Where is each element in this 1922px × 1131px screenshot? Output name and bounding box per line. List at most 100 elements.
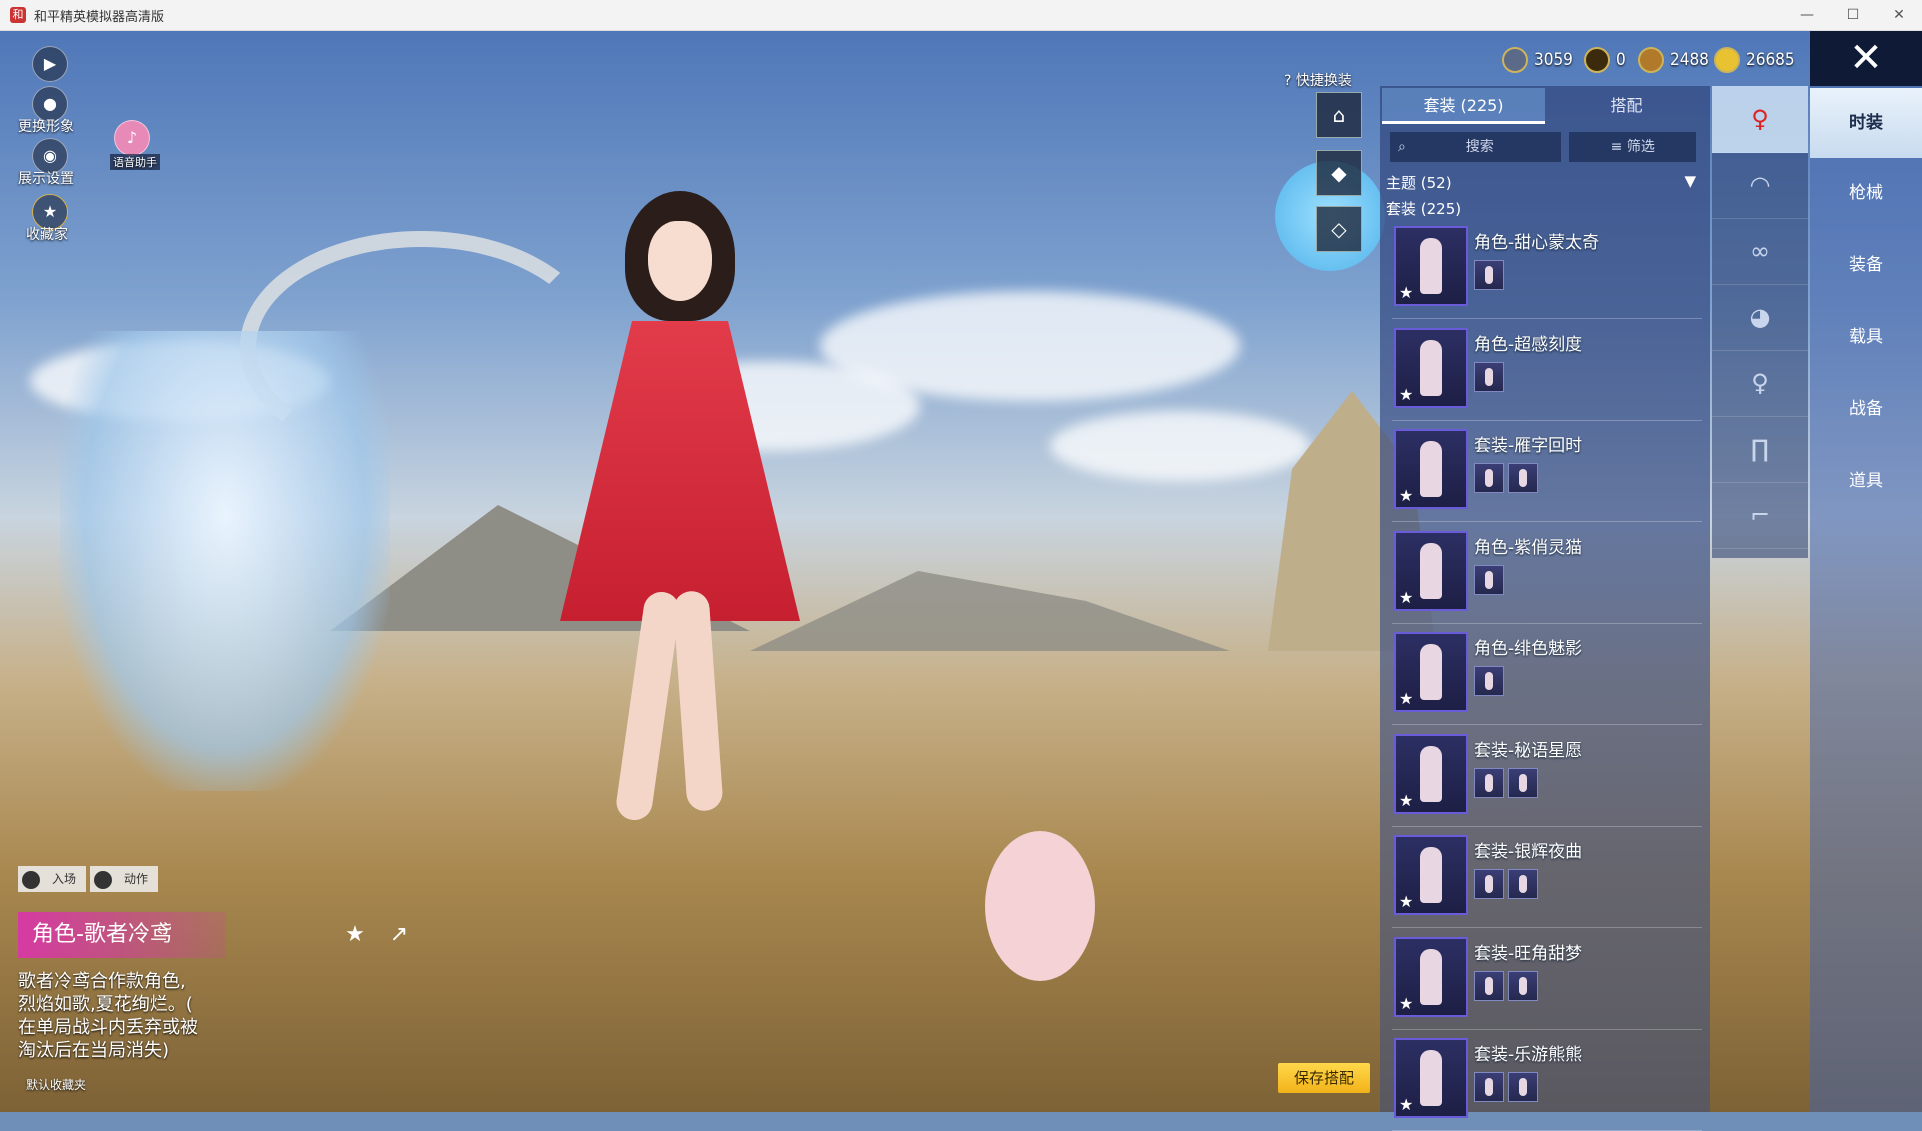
outfit-part-thumbnail[interactable] (1508, 1072, 1538, 1102)
outfit-part-thumbnail[interactable] (1508, 869, 1538, 899)
star-icon: ★ (1399, 892, 1414, 911)
description-line: 在单局战斗内丢弃或被 (18, 1017, 198, 1038)
outfit-part-figure (1485, 469, 1493, 487)
motion-button[interactable]: 动作 (90, 866, 159, 892)
app-icon: 和 (10, 7, 26, 23)
filter-button[interactable]: ≡ 筛选 (1569, 132, 1696, 162)
theme-dropdown[interactable]: 主题 (52) ▼ (1386, 172, 1704, 194)
change-look-label[interactable]: 更换形象 (18, 116, 74, 136)
currency-value: 0 (1616, 50, 1626, 70)
maximize-button[interactable]: ☐ (1830, 0, 1876, 30)
pants-icon[interactable]: ∏ (1712, 416, 1808, 483)
voice-assistant-label[interactable]: 语音助手 (110, 154, 160, 170)
list-item[interactable]: ★ 套装-秘语星愿 (1392, 730, 1702, 827)
close-icon[interactable]: ✕ (1810, 31, 1922, 86)
nav-tactical[interactable]: 战备 (1810, 374, 1922, 444)
list-item[interactable]: ★ 套装-雁字回时 (1392, 425, 1702, 522)
outfit-figure (1420, 441, 1442, 497)
shoes-icon[interactable]: ⌐ (1712, 482, 1808, 549)
list-item[interactable]: ★ 角色-甜心蒙太奇 (1392, 222, 1702, 319)
currency-value: 2488 (1670, 50, 1709, 70)
outfit-title: 套装-银辉夜曲 (1474, 842, 1583, 862)
outfit-slot-icon[interactable]: ⌂ (1316, 92, 1362, 138)
favorite-add-icon[interactable]: ★ (340, 922, 370, 948)
outfit-part-thumbnail[interactable] (1474, 666, 1504, 696)
share-icon[interactable]: ↗ (384, 922, 414, 948)
nav-equipment[interactable]: 装备 (1810, 230, 1922, 300)
expand-play-icon[interactable]: ▶ (32, 46, 68, 82)
collector-label[interactable]: 收藏家 (26, 224, 68, 244)
list-item[interactable]: ★ 角色-超感刻度 (1392, 324, 1702, 421)
outfit-title: 套装-雁字回时 (1474, 436, 1583, 456)
outfit-part-figure (1485, 773, 1493, 792)
entrance-button[interactable]: 入场 (18, 866, 87, 892)
outfit-part-thumbnail[interactable] (1474, 869, 1504, 899)
character-description: 歌者冷鸢合作款角色, 烈焰如歌,夏花绚烂。( 在单局战斗内丢弃或被 淘汰后在当局… (18, 970, 238, 1062)
outfit-part-thumbnail[interactable] (1474, 767, 1504, 798)
nav-items[interactable]: 道具 (1810, 446, 1922, 516)
outfit-part-thumbnail[interactable] (1474, 361, 1504, 392)
window-title: 和平精英模拟器高清版 (34, 9, 165, 25)
hat-icon[interactable]: ◠ (1712, 152, 1808, 219)
currency-value: 26685 (1746, 50, 1795, 70)
outfit-part-thumbnail[interactable] (1474, 1072, 1504, 1102)
character-name: 角色-歌者冷鸢 (18, 912, 226, 958)
voice-assistant-icon[interactable]: ♪ (114, 120, 150, 156)
outfit-title: 角色-绯色魅影 (1474, 639, 1583, 659)
list-item[interactable]: ★ 套装-乐游熊熊 (1392, 1034, 1702, 1131)
outfit-thumbnail: ★ (1394, 327, 1468, 408)
search-row: ⌕ 搜索 ≡ 筛选 (1390, 132, 1696, 162)
outfit-figure (1420, 847, 1442, 903)
nav-guns[interactable]: 枪械 (1810, 158, 1922, 228)
currency-bronze: 2488 (1638, 47, 1709, 73)
tab-matching[interactable]: 搭配 (1545, 88, 1708, 124)
list-item[interactable]: ★ 套装-旺角甜梦 (1392, 933, 1702, 1030)
outfit-thumbnail: ★ (1394, 530, 1468, 611)
tab-suits[interactable]: 套装 (225) (1382, 88, 1545, 124)
outfit-part-thumbnail[interactable] (1474, 463, 1504, 493)
outfit-icon[interactable]: ♀ (1712, 86, 1808, 153)
currency-token: 0 (1584, 47, 1626, 73)
outfit-part-thumbnail[interactable] (1508, 767, 1538, 798)
top-icon[interactable]: ♀ (1712, 350, 1808, 417)
outfit-title: 角色-超感刻度 (1474, 334, 1583, 355)
smile-icon (22, 870, 40, 889)
outfit-part-thumbnail[interactable] (1474, 970, 1504, 1001)
star-icon: ★ (1399, 384, 1414, 404)
star-icon: ★ (1399, 790, 1414, 810)
star-icon: ★ (1399, 1095, 1414, 1114)
lightning-coin-icon (1714, 47, 1740, 73)
list-item[interactable]: ★ 套装-银辉夜曲 (1392, 831, 1702, 928)
display-settings-label[interactable]: 展示设置 (18, 168, 74, 188)
mask-icon[interactable]: ◕ (1712, 284, 1808, 351)
outfit-part-figure (1519, 1078, 1527, 1096)
favorite-folder-label[interactable]: 默认收藏夹 (26, 1076, 86, 1093)
glasses-icon[interactable]: ∞ (1712, 218, 1808, 285)
search-input[interactable]: ⌕ 搜索 (1390, 132, 1562, 162)
outfit-title: 套装-秘语星愿 (1474, 740, 1583, 761)
outfit-part-thumbnail[interactable] (1508, 463, 1538, 493)
outfit-title: 套装-乐游熊熊 (1474, 1045, 1583, 1065)
outfit-figure (1420, 948, 1442, 1005)
star-icon: ★ (1399, 283, 1414, 302)
outfit-figure (1420, 238, 1442, 294)
list-item[interactable]: ★ 角色-紫俏灵猫 (1392, 527, 1702, 624)
quick-change[interactable]: ? 快捷换装 (1284, 70, 1352, 90)
outfit-part-figure (1485, 570, 1493, 589)
badge-slot-icon[interactable]: ◆ (1316, 150, 1362, 196)
outfit-part-thumbnail[interactable] (1474, 260, 1504, 290)
window-controls: — ☐ ✕ (1784, 0, 1922, 30)
window-close-button[interactable]: ✕ (1876, 0, 1922, 30)
bronze-coin-icon (1638, 47, 1664, 73)
emblem-slot-icon[interactable]: ◇ (1316, 206, 1362, 252)
outfit-figure (1420, 644, 1442, 700)
minimize-button[interactable]: — (1784, 0, 1830, 30)
ice-qilin-mount (60, 331, 390, 791)
outfit-part-thumbnail[interactable] (1508, 970, 1538, 1001)
outfit-part-thumbnail[interactable] (1474, 564, 1504, 595)
save-outfit-button[interactable]: 保存搭配 (1278, 1063, 1370, 1093)
list-item[interactable]: ★ 角色-绯色魅影 (1392, 628, 1702, 725)
nav-vehicles[interactable]: 载具 (1810, 302, 1922, 372)
nav-fashion[interactable]: 时装 (1810, 88, 1922, 158)
suit-count: 套装 (225) (1386, 200, 1462, 218)
